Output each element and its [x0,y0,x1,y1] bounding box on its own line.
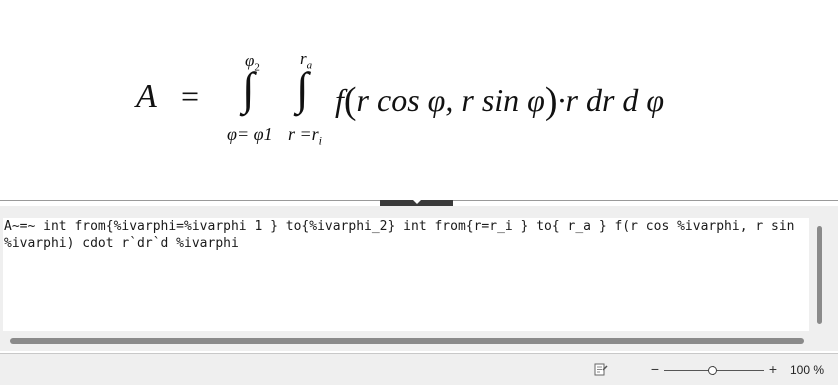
outer-lower-limit: φ= φ1 [227,124,273,144]
formula-integrand: f(r cos φ, r sin φ)·r dr d φ [335,80,665,122]
formula-lhs: A [136,78,157,115]
statusbar: − + 100 % [0,354,838,385]
zoom-in-button[interactable]: + [766,360,780,378]
outer-integral-sign: ∫ [242,63,255,114]
formula-preview-area[interactable]: A = φ2 ∫ φ= φ1 ra ∫ r =ri f(r cos φ, r s… [0,0,838,200]
formula-command-input[interactable]: A~=~ int from{%ivarphi=%ivarphi 1 } to{%… [3,218,809,331]
vertical-scrollbar[interactable] [817,226,822,324]
document-modified-icon[interactable] [594,363,608,376]
zoom-slider-thumb[interactable] [708,366,717,375]
zoom-out-button[interactable]: − [648,360,662,378]
horizontal-scrollbar[interactable] [10,338,804,344]
inner-integral-sign: ∫ [296,63,309,114]
formula-equals: = [181,78,200,114]
inner-lower-limit: r =ri [288,124,322,148]
collapse-arrow-icon[interactable] [413,200,421,204]
zoom-level-indicator[interactable]: 100 % [790,363,830,377]
formula-rendering: A = φ2 ∫ φ= φ1 ra ∫ r =ri f(r cos φ, r s… [0,0,838,200]
command-editor-panel: A~=~ int from{%ivarphi=%ivarphi 1 } to{%… [0,206,838,351]
